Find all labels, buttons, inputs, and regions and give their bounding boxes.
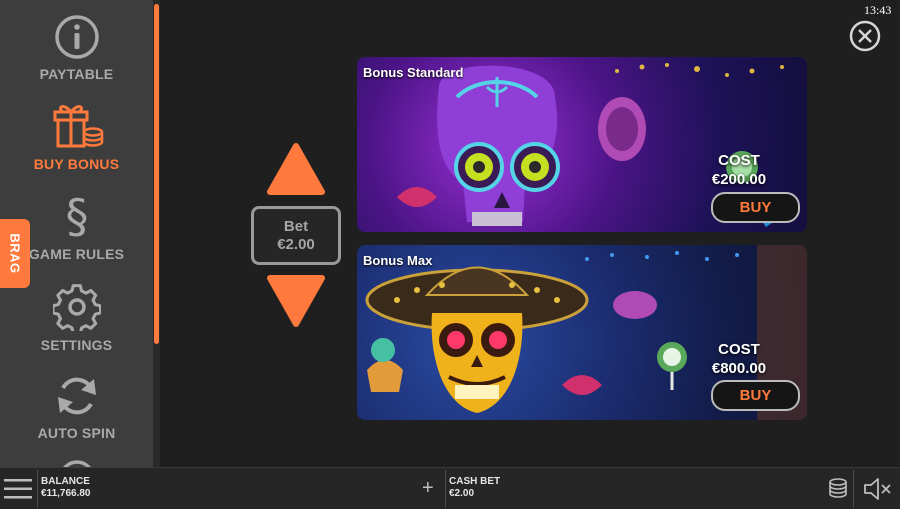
clock: 13:43 — [864, 3, 892, 17]
bonus-title: Bonus Max — [363, 253, 433, 268]
balance-value: €11,766.80 — [41, 488, 91, 499]
bet-increase-arrow-icon[interactable] — [266, 142, 326, 197]
balance-label: BALANCE — [41, 476, 90, 487]
sidebar-scroll-thumb[interactable] — [154, 4, 159, 344]
bet-decrease-arrow-icon[interactable] — [266, 273, 326, 328]
hamburger-menu-icon[interactable] — [4, 477, 32, 501]
gear-icon — [52, 284, 101, 331]
sidebar-item-auto-spin[interactable]: AUTO SPIN — [0, 373, 153, 441]
brag-label: BRAG — [7, 233, 23, 274]
sidebar-item-label: GAME RULES — [28, 246, 125, 262]
sidebar-item-label: SETTINGS — [40, 337, 113, 353]
bet-value: €2.00 — [277, 235, 315, 253]
buy-bonus-standard-button[interactable]: BUY — [711, 192, 800, 223]
bottom-bar: BALANCE €11,766.80 + CASH BET €2.00 — [0, 467, 900, 509]
cash-bet-label: CASH BET — [449, 476, 501, 487]
brag-tab[interactable]: BRAG — [0, 219, 30, 288]
buy-bonus-max-button[interactable]: BUY — [711, 380, 800, 411]
bonus-cost: COST €800.00 — [689, 340, 789, 378]
bet-label: Bet — [283, 217, 309, 235]
sidebar-item-partial — [0, 458, 153, 467]
info-icon — [54, 15, 99, 59]
bonus-card-standard: Bonus Standard COST €200.00 BUY — [357, 57, 807, 232]
coin-stack-icon[interactable] — [828, 477, 848, 501]
sidebar-item-paytable[interactable]: PAYTABLE — [0, 14, 153, 82]
bonus-title: Bonus Standard — [363, 65, 464, 80]
divider — [445, 470, 446, 508]
gift-icon — [53, 105, 103, 148]
sound-muted-icon[interactable] — [862, 477, 892, 501]
divider — [37, 470, 38, 508]
partial-icon — [62, 460, 91, 467]
game-screen: PAYTABLE BUY BONUS § GAME RULES SETTINGS… — [0, 0, 900, 509]
cash-bet-display: CASH BET €2.00 — [449, 476, 500, 500]
sidebar-item-label: AUTO SPIN — [37, 425, 116, 441]
cash-bet-value: €2.00 — [449, 488, 475, 499]
sidebar-item-label: PAYTABLE — [39, 66, 114, 82]
close-icon[interactable] — [849, 20, 881, 52]
sidebar-item-label: BUY BONUS — [33, 156, 120, 172]
section-icon: § — [65, 190, 88, 240]
add-funds-icon[interactable]: + — [422, 478, 434, 498]
sidebar-item-settings[interactable]: SETTINGS — [0, 283, 153, 353]
bonus-card-max: Bonus Max COST €800.00 BUY — [357, 245, 807, 420]
cost-value: €200.00 — [711, 171, 767, 188]
cost-label: COST — [718, 152, 760, 169]
sidebar-item-buy-bonus[interactable]: BUY BONUS — [0, 100, 153, 172]
balance-display: BALANCE €11,766.80 — [41, 476, 91, 500]
svg-text:§: § — [65, 190, 88, 240]
refresh-icon — [57, 377, 96, 415]
divider — [853, 470, 854, 508]
cost-value: €800.00 — [711, 360, 767, 377]
bonus-cost: COST €200.00 — [689, 151, 789, 189]
bet-display: Bet €2.00 — [251, 206, 341, 265]
cost-label: COST — [718, 341, 760, 358]
